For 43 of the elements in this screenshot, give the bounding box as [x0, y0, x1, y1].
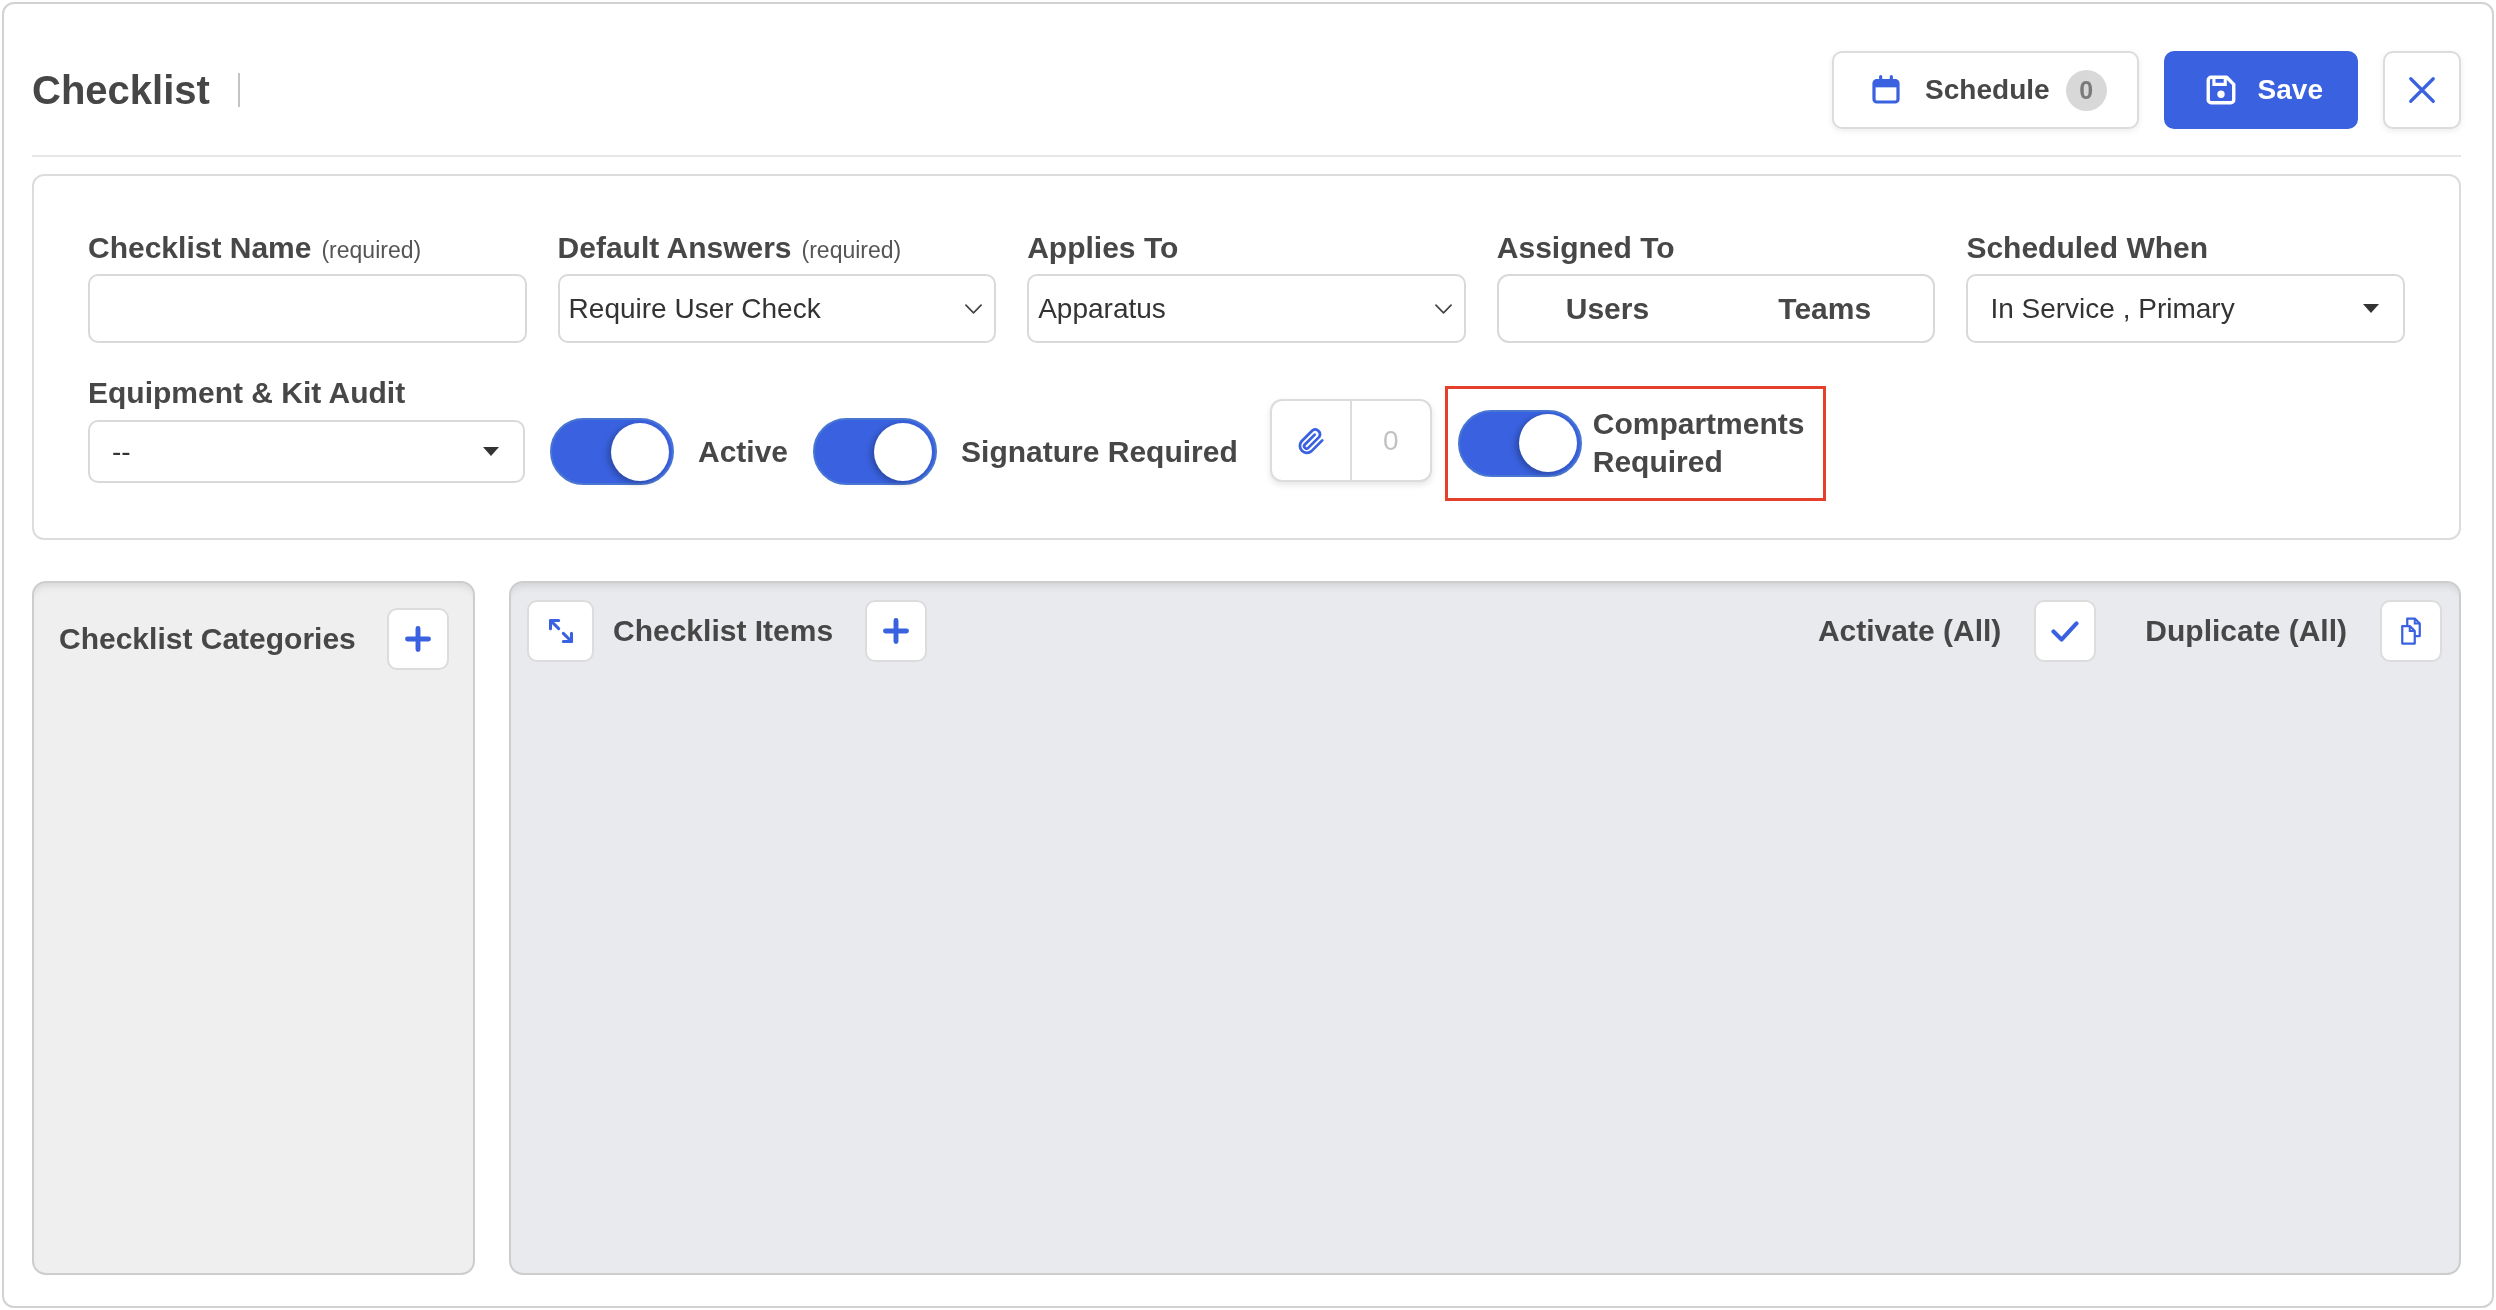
chevron-down-icon — [1434, 303, 1452, 314]
expand-arrows-icon — [546, 617, 575, 645]
add-button[interactable] — [865, 600, 928, 662]
dropdown-field[interactable]: Apparatus — [1027, 274, 1466, 343]
required-note: (required) — [801, 236, 902, 265]
required-note: (required) — [321, 236, 422, 265]
activate-all-button[interactable] — [2034, 600, 2097, 662]
calendar-icon — [1870, 74, 1903, 106]
toggle-label: Active — [698, 434, 789, 469]
field-label: Equipment & Kit Audit — [88, 375, 406, 411]
dropdown-field[interactable]: Require User Check — [557, 274, 997, 343]
attachment-count: 0 — [1381, 423, 1400, 458]
field-label: Scheduled When — [1966, 230, 2209, 266]
chevron-down-icon — [965, 303, 983, 314]
segment-button[interactable]: Teams — [1716, 276, 1934, 341]
dropdown-field[interactable]: In Service , Primary — [1966, 274, 2405, 343]
action-label: Duplicate (All) — [2145, 614, 2347, 648]
field-label: Default Answers — [557, 230, 792, 266]
add-button[interactable] — [387, 608, 449, 670]
save-button[interactable]: Save — [2163, 51, 2358, 129]
field-label: Assigned To — [1496, 230, 1675, 266]
expand-button[interactable] — [527, 600, 594, 662]
count-badge: 0 — [2065, 69, 2107, 111]
toggle-label: Compartments Required — [1592, 406, 1806, 480]
schedule-button[interactable]: Schedule 0 — [1832, 51, 2139, 129]
caret-down-icon — [2363, 304, 2379, 313]
action-label: Activate (All) — [1817, 614, 2002, 648]
panel-title: Checklist Items — [613, 614, 834, 648]
plus-icon — [404, 625, 432, 653]
field-label: Checklist Name — [88, 230, 312, 266]
text-input[interactable] — [88, 274, 527, 343]
toggle-label: Signature Required — [961, 434, 1238, 469]
panel-title: Checklist Categories — [59, 622, 356, 656]
caret-down-icon — [483, 447, 499, 456]
segment-button[interactable]: Users — [1498, 276, 1717, 341]
field-label: Applies To — [1027, 230, 1179, 266]
page-title: Checklist — [32, 67, 210, 113]
checkmark-icon — [2051, 619, 2080, 643]
close-icon — [2407, 75, 2437, 105]
close-button[interactable] — [2383, 51, 2461, 129]
plus-icon — [882, 617, 911, 645]
duplicate-all-button[interactable] — [2380, 600, 2442, 662]
dropdown-field[interactable]: -- — [88, 420, 525, 483]
